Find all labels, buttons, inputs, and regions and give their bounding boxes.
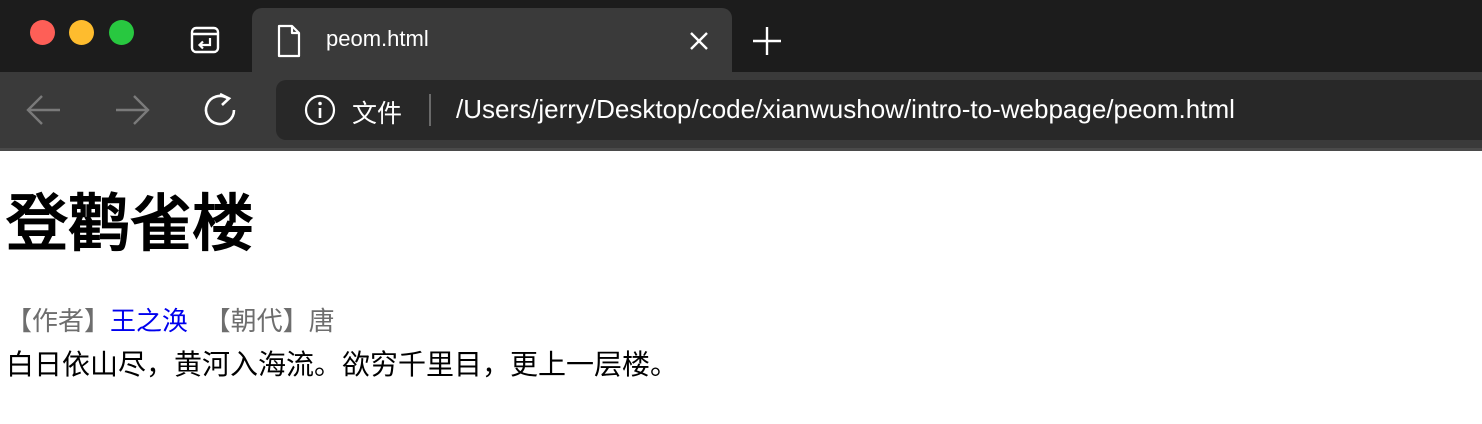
- close-window-button[interactable]: [30, 20, 55, 45]
- arrow-left-icon[interactable]: [24, 90, 64, 130]
- poem-meta: 【作者】王之涣 【朝代】唐: [6, 301, 335, 338]
- author-label: 【作者】: [6, 307, 111, 337]
- security-label[interactable]: 文件: [352, 94, 402, 130]
- tab-actions-icon[interactable]: [190, 26, 220, 54]
- url-text[interactable]: /Users/jerry/Desktop/code/xianwushow/int…: [456, 94, 1235, 125]
- address-divider: [429, 94, 431, 126]
- browser-window: peom.html 文件 /Users/jerry/Desktop/code/x…: [0, 0, 1482, 424]
- page-content: 登鹳雀楼 【作者】王之涣 【朝代】唐 白日依山尽，黄河入海流。欲穷千里目，更上一…: [0, 151, 1482, 424]
- arrow-right-icon[interactable]: [112, 90, 152, 130]
- dynasty-label: 【朝代】: [204, 307, 309, 337]
- close-icon[interactable]: [686, 28, 712, 54]
- info-icon[interactable]: [304, 94, 336, 126]
- zoom-window-button[interactable]: [109, 20, 134, 45]
- reload-icon[interactable]: [200, 90, 240, 130]
- tab-active[interactable]: peom.html: [252, 8, 732, 72]
- minimize-window-button[interactable]: [69, 20, 94, 45]
- address-bar[interactable]: 文件 /Users/jerry/Desktop/code/xianwushow/…: [276, 80, 1482, 140]
- toolbar: 文件 /Users/jerry/Desktop/code/xianwushow/…: [0, 72, 1482, 148]
- author-link[interactable]: 王之涣: [110, 307, 188, 337]
- tab-bar: peom.html: [0, 0, 1482, 72]
- tab-title: peom.html: [326, 26, 429, 51]
- poem-text: 白日依山尽，黄河入海流。欲穷千里目，更上一层楼。: [6, 348, 679, 381]
- page-title: 登鹳雀楼: [6, 187, 255, 260]
- page-icon: [276, 24, 302, 58]
- plus-icon[interactable]: [750, 24, 784, 58]
- dynasty-value: 唐: [308, 307, 335, 337]
